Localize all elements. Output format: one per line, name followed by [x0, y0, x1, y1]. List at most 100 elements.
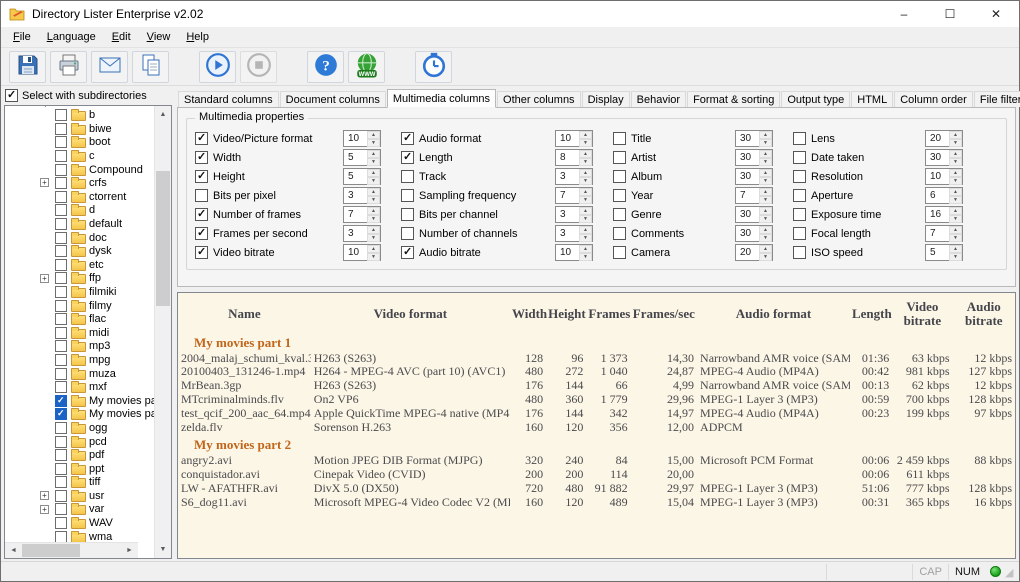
tree-item-ppt[interactable]: ppt [5, 462, 154, 476]
spin-down-icon[interactable]: ▼ [579, 158, 592, 166]
spin-up-icon[interactable]: ▲ [949, 245, 962, 253]
lens-width-spinner[interactable]: 20▲▼ [925, 130, 963, 147]
resize-grip[interactable]: ◢ [1005, 564, 1019, 580]
aperture-checkbox[interactable] [793, 189, 806, 202]
tree-item-pcd[interactable]: pcd [5, 435, 154, 449]
tree-item-flac[interactable]: flac [5, 312, 154, 326]
v-scroll-track[interactable] [155, 123, 171, 541]
expand-plus-icon[interactable]: + [40, 274, 49, 283]
number-of-channels-width-spinner[interactable]: 3▲▼ [555, 225, 593, 242]
v-scroll-thumb[interactable] [156, 171, 170, 306]
spin-up-icon[interactable]: ▲ [367, 131, 380, 139]
tree-item-filmy[interactable]: filmy [5, 299, 154, 313]
tree-item-biwe[interactable]: biwe [5, 122, 154, 136]
title-width-spinner[interactable]: 30▲▼ [735, 130, 773, 147]
www-button[interactable]: WWW [348, 51, 385, 83]
exposure-time-width-spinner[interactable]: 16▲▼ [925, 206, 963, 223]
menu-view[interactable]: View [139, 29, 179, 45]
tree-item-checkbox[interactable] [55, 463, 67, 475]
exposure-time-checkbox[interactable] [793, 208, 806, 221]
length-checkbox[interactable] [401, 151, 414, 164]
spin-up-icon[interactable]: ▲ [759, 245, 772, 253]
spin-down-icon[interactable]: ▼ [579, 139, 592, 147]
scroll-up-arrow-icon[interactable]: ▲ [155, 106, 171, 123]
tree-item-checkbox[interactable] [55, 286, 67, 298]
menu-edit[interactable]: Edit [104, 29, 139, 45]
sampling-frequency-checkbox[interactable] [401, 189, 414, 202]
tree-item-checkbox[interactable] [55, 272, 67, 284]
tree-item-checkbox[interactable] [55, 503, 67, 515]
h-scroll-thumb[interactable] [22, 544, 80, 557]
tree-item-ogg[interactable]: ogg [5, 421, 154, 435]
spin-up-icon[interactable]: ▲ [759, 226, 772, 234]
iso-speed-checkbox[interactable] [793, 246, 806, 259]
spin-down-icon[interactable]: ▼ [579, 177, 592, 185]
tree-item-checkbox[interactable] [55, 408, 67, 420]
resolution-width-spinner[interactable]: 10▲▼ [925, 168, 963, 185]
tab-html[interactable]: HTML [851, 91, 893, 107]
close-button[interactable]: ✕ [973, 1, 1019, 27]
tree-item-c[interactable]: c [5, 149, 154, 163]
menu-file[interactable]: File [5, 29, 39, 45]
tree-item-checkbox[interactable] [55, 517, 67, 529]
menu-help[interactable]: Help [178, 29, 217, 45]
h-scroll-track[interactable] [22, 543, 121, 558]
tree-item-checkbox[interactable] [55, 164, 67, 176]
tree-item-checkbox[interactable] [55, 204, 67, 216]
width-checkbox[interactable] [195, 151, 208, 164]
tree-item-checkbox[interactable] [55, 476, 67, 488]
camera-checkbox[interactable] [613, 246, 626, 259]
width-width-spinner[interactable]: 5▲▼ [343, 149, 381, 166]
spin-down-icon[interactable]: ▼ [949, 215, 962, 223]
height-width-spinner[interactable]: 5▲▼ [343, 168, 381, 185]
tree-item-checkbox[interactable] [55, 150, 67, 162]
tree-item-checkbox[interactable] [55, 327, 67, 339]
tree-item-default[interactable]: default [5, 217, 154, 231]
spin-up-icon[interactable]: ▲ [367, 226, 380, 234]
spin-down-icon[interactable]: ▼ [949, 139, 962, 147]
spin-down-icon[interactable]: ▼ [759, 253, 772, 261]
spin-down-icon[interactable]: ▼ [579, 196, 592, 204]
spin-down-icon[interactable]: ▼ [759, 215, 772, 223]
year-checkbox[interactable] [613, 189, 626, 202]
spin-up-icon[interactable]: ▲ [367, 150, 380, 158]
track-width-spinner[interactable]: 3▲▼ [555, 168, 593, 185]
spin-up-icon[interactable]: ▲ [759, 188, 772, 196]
spin-up-icon[interactable]: ▲ [759, 150, 772, 158]
tab-standard-columns[interactable]: Standard columns [178, 91, 279, 107]
tree-item-boot[interactable]: boot [5, 136, 154, 150]
track-checkbox[interactable] [401, 170, 414, 183]
tree-item-b[interactable]: b [5, 108, 154, 122]
audio-bitrate-checkbox[interactable] [401, 246, 414, 259]
tree-vertical-scrollbar[interactable]: ▲ ▼ [154, 106, 171, 558]
tree-item-checkbox[interactable] [55, 245, 67, 257]
spin-down-icon[interactable]: ▼ [759, 234, 772, 242]
tree-item-my-movies-part-2[interactable]: My movies part 2 [5, 408, 154, 422]
comments-checkbox[interactable] [613, 227, 626, 240]
audio-format-width-spinner[interactable]: 10▲▼ [555, 130, 593, 147]
spin-up-icon[interactable]: ▲ [579, 245, 592, 253]
help-button[interactable]: ? [307, 51, 344, 83]
expand-plus-icon[interactable]: + [40, 505, 49, 514]
camera-width-spinner[interactable]: 20▲▼ [735, 244, 773, 261]
spin-up-icon[interactable]: ▲ [949, 131, 962, 139]
tree-item-midi[interactable]: midi [5, 326, 154, 340]
video-picture-format-width-spinner[interactable]: 10▲▼ [343, 130, 381, 147]
spin-down-icon[interactable]: ▼ [759, 196, 772, 204]
spin-down-icon[interactable]: ▼ [949, 177, 962, 185]
tree-item-checkbox[interactable] [55, 218, 67, 230]
iso-speed-width-spinner[interactable]: 5▲▼ [925, 244, 963, 261]
tree-item-usr[interactable]: +usr [5, 489, 154, 503]
tree-item-checkbox[interactable] [55, 422, 67, 434]
copy-button[interactable] [132, 51, 169, 83]
spin-down-icon[interactable]: ▼ [759, 177, 772, 185]
audio-format-checkbox[interactable] [401, 132, 414, 145]
tree-item-checkbox[interactable] [55, 354, 67, 366]
spin-down-icon[interactable]: ▼ [949, 253, 962, 261]
bits-per-pixel-checkbox[interactable] [195, 189, 208, 202]
expand-plus-icon[interactable]: + [40, 178, 49, 187]
scroll-right-arrow-icon[interactable]: ► [121, 543, 138, 558]
tree-item-checkbox[interactable] [55, 340, 67, 352]
spin-down-icon[interactable]: ▼ [579, 215, 592, 223]
length-width-spinner[interactable]: 8▲▼ [555, 149, 593, 166]
